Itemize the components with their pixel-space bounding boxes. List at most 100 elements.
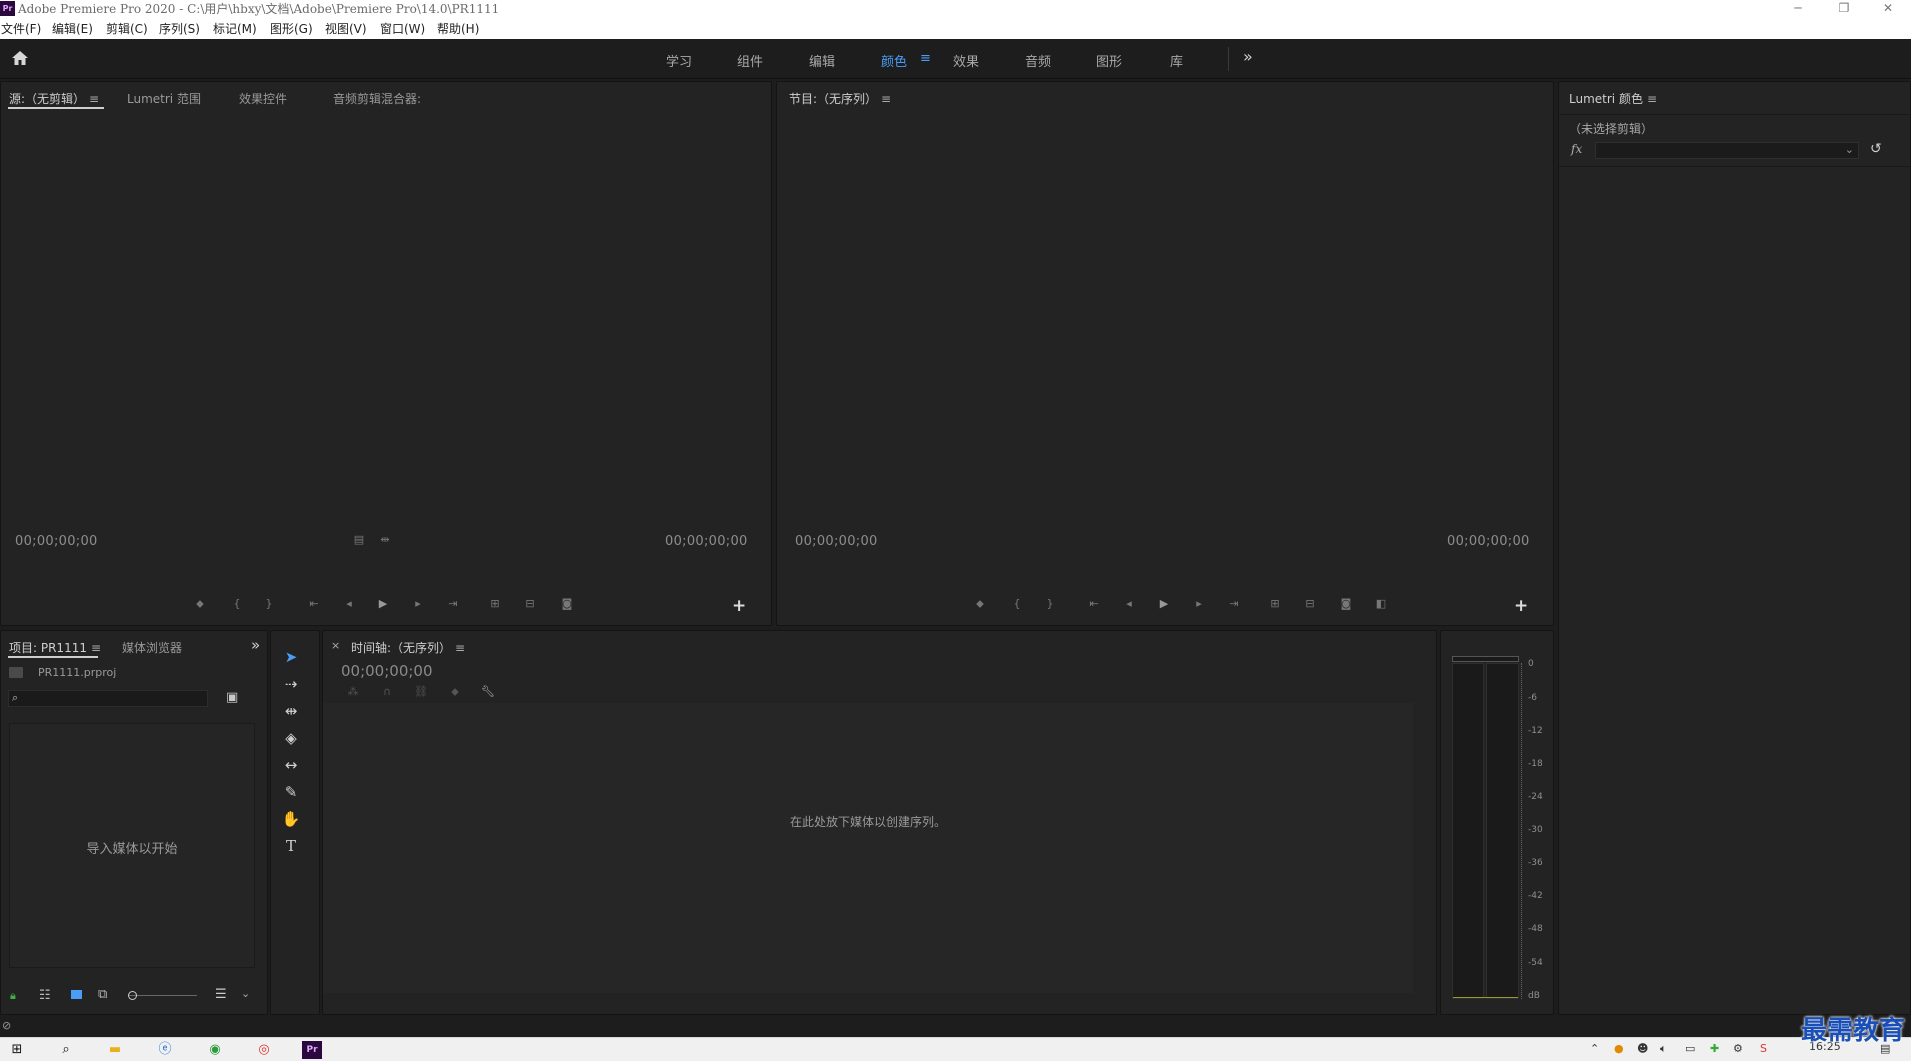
play-icon[interactable]: ▶ [375,597,391,611]
razor-tool-icon[interactable]: ◈ [279,727,303,749]
tab-lumetri-scopes[interactable]: Lumetri 范围 [127,90,201,107]
tab-timeline[interactable]: 时间轴:（无序列） ≡ [351,639,465,656]
play-icon[interactable]: ▶ [1156,597,1172,611]
timeline-timecode[interactable]: 00;00;00;00 [341,662,433,680]
zoom-slider[interactable] [129,995,197,996]
workspace-tab-color[interactable]: 颜色 [881,51,907,70]
slip-tool-icon[interactable]: ↔ [279,754,303,776]
peak-indicator[interactable] [1452,656,1519,662]
step-forward-icon[interactable]: ▸ [410,597,426,611]
lock-icon[interactable]: 🔒︎ [10,989,16,1003]
menu-edit[interactable]: 编辑(E) [52,21,93,37]
workspace-tab-graphics[interactable]: 图形 [1096,51,1122,70]
sort-icon[interactable]: ☰ [215,987,227,1002]
clip-select-dropdown[interactable]: ⌄ [1595,142,1859,159]
network-icon[interactable]: ▭ [1685,1042,1695,1055]
program-timecode-current[interactable]: 00;00;00;00 [795,534,878,549]
step-back-icon[interactable]: ◂ [341,597,357,611]
tab-media-browser[interactable]: 媒体浏览器 [122,639,182,656]
windows-start-icon[interactable]: ⊞ [7,1041,27,1059]
tab-project[interactable]: 项目: PR1111 ≡ [9,639,101,656]
chevron-down-icon[interactable]: ⌄ [241,987,250,1000]
mark-in-icon[interactable]: { [1009,597,1025,611]
step-back-icon[interactable]: ◂ [1121,597,1137,611]
add-marker-icon[interactable]: ⬥ [447,685,463,699]
drag-video-icon[interactable]: ▤ [351,533,367,547]
more-workspaces-icon[interactable]: » [1243,47,1253,66]
ripple-edit-tool-icon[interactable]: ⇹ [279,700,303,722]
linked-selection-icon[interactable]: ⛓ [413,685,429,699]
menu-graphics[interactable]: 图形(G) [270,21,313,37]
volume-icon[interactable]: 🔈︎ [1660,1042,1667,1056]
close-icon[interactable]: × [331,639,340,652]
zoom-slider-handle[interactable] [128,991,137,1000]
mark-in-icon[interactable]: { [229,597,245,611]
tray-expand-icon[interactable]: ⌃ [1590,1042,1599,1055]
panel-menu-icon[interactable]: ≡ [89,92,99,106]
tray-app-icon[interactable]: ⚙︎ [1733,1042,1743,1055]
step-forward-icon[interactable]: ▸ [1191,597,1207,611]
menu-window[interactable]: 窗口(W) [380,21,425,37]
track-select-tool-icon[interactable]: ⇢ [279,673,303,695]
chrome-browser-icon[interactable]: ◉ [205,1041,225,1059]
app-icon[interactable]: ◎ [254,1041,274,1059]
go-to-out-icon[interactable]: ⇥ [445,597,461,611]
lift-icon[interactable]: ⊞ [1267,597,1283,611]
reset-icon[interactable]: ↺ [1870,141,1882,157]
freeform-view-icon[interactable]: ⧉ [98,987,107,1002]
menu-view[interactable]: 视图(V) [325,21,367,37]
workspace-tab-effects[interactable]: 效果 [953,51,979,70]
menu-help[interactable]: 帮助(H) [437,21,479,37]
project-drop-area[interactable]: 导入媒体以开始 [9,723,255,968]
workspace-tab-audio[interactable]: 音频 [1025,51,1051,70]
edge-browser-icon[interactable]: ⓔ [155,1041,175,1059]
tab-source[interactable]: 源:（无剪辑） ≡ [9,90,99,107]
more-panels-icon[interactable]: » [251,636,260,654]
nest-icon[interactable]: ⁂ [345,685,361,699]
panel-menu-icon[interactable]: ≡ [1647,92,1657,106]
menu-clip[interactable]: 剪辑(C) [106,21,148,37]
source-timecode-in[interactable]: 00;00;00;00 [15,534,98,549]
menu-sequence[interactable]: 序列(S) [159,21,200,37]
home-icon[interactable] [10,49,32,69]
selection-tool-icon[interactable]: ➤ [279,646,303,668]
overwrite-icon[interactable]: ⊟ [522,597,538,611]
insert-icon[interactable]: ⊞ [487,597,503,611]
tab-lumetri-color[interactable]: Lumetri 颜色 ≡ [1569,90,1657,107]
menu-marker[interactable]: 标记(M) [213,21,257,37]
search-icon[interactable]: ⌕ [56,1041,76,1059]
tab-effect-controls[interactable]: 效果控件 [239,90,287,107]
drag-audio-icon[interactable]: ⇹ [377,533,393,547]
add-marker-icon[interactable]: ⬥ [192,597,208,611]
snap-icon[interactable]: ∩ [379,685,395,699]
comparison-view-icon[interactable]: ◧ [1373,597,1389,611]
menu-file[interactable]: 文件(F) [1,21,41,37]
mark-out-icon[interactable]: } [261,597,277,611]
mark-out-icon[interactable]: } [1042,597,1058,611]
tray-app-icon[interactable]: S [1760,1042,1767,1055]
export-frame-icon[interactable]: ◙ [1338,597,1354,611]
premiere-taskbar-icon[interactable]: Pr [302,1041,322,1059]
tray-user-icon[interactable]: ☻ [1637,1042,1648,1055]
new-search-bin-icon[interactable]: ▣ [226,690,238,705]
panel-menu-icon[interactable]: ≡ [881,92,891,106]
export-frame-icon[interactable]: ◙ [559,597,575,611]
workspace-tab-assembly[interactable]: 组件 [737,51,763,70]
tray-app-icon[interactable]: ● [1614,1042,1624,1055]
button-editor-icon[interactable]: + [1514,596,1528,616]
icon-view-icon[interactable] [71,990,82,999]
timeline-drop-area[interactable]: 在此处放下媒体以创建序列。 [323,703,1413,993]
list-view-icon[interactable]: ☷ [39,988,51,1003]
tray-app-icon[interactable]: ✚ [1710,1042,1719,1055]
button-editor-icon[interactable]: + [732,596,746,616]
workspace-tab-editing[interactable]: 编辑 [809,51,835,70]
go-to-in-icon[interactable]: ⇤ [1086,597,1102,611]
extract-icon[interactable]: ⊟ [1302,597,1318,611]
tab-audio-clip-mixer[interactable]: 音频剪辑混合器: [333,90,421,107]
settings-wrench-icon[interactable]: 🔧︎ [480,685,496,699]
go-to-in-icon[interactable]: ⇤ [306,597,322,611]
type-tool-icon[interactable]: T [279,835,303,857]
workspace-tab-learn[interactable]: 学习 [666,51,692,70]
file-explorer-icon[interactable]: ▬ [105,1041,125,1059]
workspace-tab-libraries[interactable]: 库 [1170,51,1183,70]
